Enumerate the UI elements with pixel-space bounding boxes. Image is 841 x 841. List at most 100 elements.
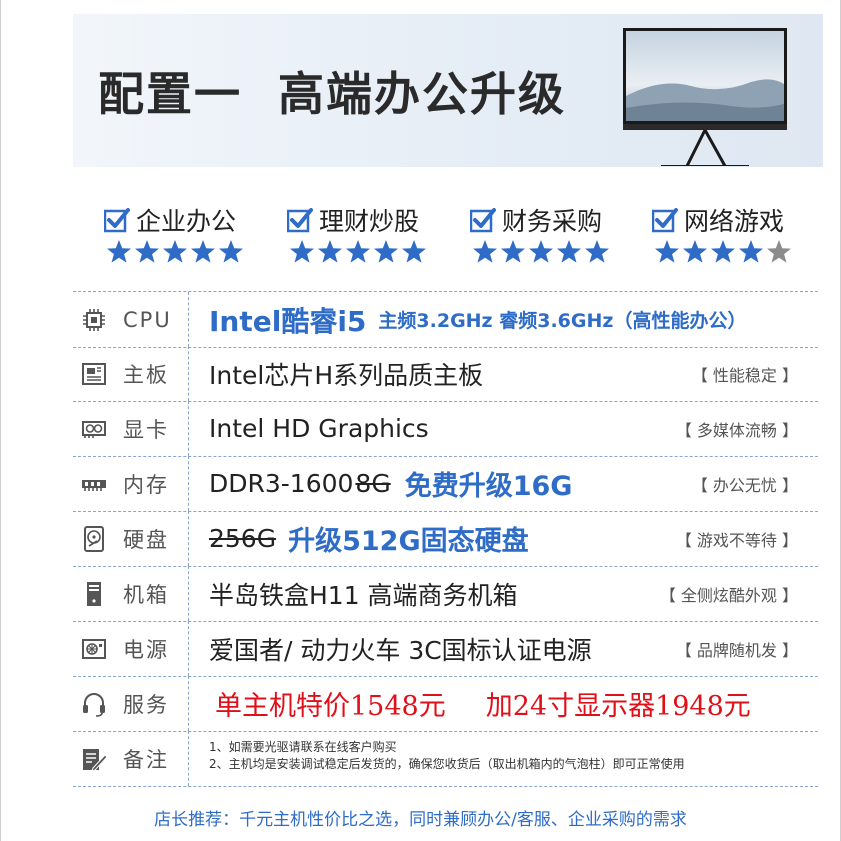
ram-old-capacity: 8G [355, 469, 391, 498]
star-filled-icon [374, 240, 398, 263]
board-value: Intel芯片H系列品质主板 [209, 360, 484, 390]
spec-row-remark: 备注 1、如需要光驱请联系在线客户购买 2、主机均是安装调试稳定后发货的，确保您… [73, 731, 818, 787]
star-filled-icon [683, 240, 707, 263]
spec-note: 【 品牌随机发 】 [675, 640, 798, 660]
star-filled-icon [711, 240, 735, 263]
feature-label: 财务采购 [502, 207, 603, 236]
spec-note: 【 全侧炫酷外观 】 [659, 585, 798, 605]
gpu-value: Intel HD Graphics [209, 414, 429, 443]
feature-label: 网络游戏 [684, 207, 785, 236]
spec-label: 电源 [123, 637, 169, 662]
spec-label: 主板 [123, 362, 169, 387]
case-value: 半岛铁盒H11 高端商务机箱 [209, 580, 518, 610]
spec-value: 单主机特价1548元 加24寸显示器1948元 [215, 676, 751, 731]
remark-text: 1、如需要光驱请联系在线客户购买 2、主机均是安装调试稳定后发货的，确保您收货后… [209, 739, 685, 773]
spec-value: DDR3-1600 8G 免费升级16G [209, 456, 572, 511]
star-filled-icon [557, 240, 581, 263]
spec-label: 显卡 [123, 417, 169, 442]
star-filled-icon [585, 240, 609, 263]
banner-title-upgrade: 高端办公升级 [278, 67, 566, 121]
disk-upgrade: 升级512G固态硬盘 [288, 526, 529, 557]
price-host-only: 单主机特价1548元 [215, 691, 446, 722]
cpu-brand: Intel酷睿i5 [209, 304, 367, 338]
feature-label: 企业办公 [136, 207, 237, 236]
ram-value: DDR3-1600 [209, 469, 354, 498]
remark-line: 2、主机均是安装调试稳定后发货的，确保您收货后（取出机箱内的气泡柱）即可正常使用 [209, 757, 685, 771]
spec-label-cell: 服务 [73, 676, 189, 731]
headset-icon [83, 692, 105, 717]
spec-label: 内存 [123, 472, 169, 497]
spec-label: 硬盘 [123, 527, 169, 552]
spec-label: CPU [123, 307, 172, 332]
star-filled-icon [318, 240, 342, 263]
spec-label-cell: 显卡 [73, 401, 189, 456]
graphics-card-icon [82, 420, 106, 438]
check-icon [104, 208, 130, 233]
check-icon [287, 208, 313, 233]
hard-disk-icon [84, 525, 104, 552]
spec-row-gpu: 显卡 Intel HD Graphics 【 多媒体流畅 】 [73, 401, 818, 457]
disk-old-capacity: 256G [209, 524, 277, 553]
star-filled-icon [163, 240, 187, 263]
spec-label-cell: 主板 [73, 346, 189, 401]
rating-stars [654, 239, 792, 265]
feature-finance: 理财炒股 [287, 203, 467, 273]
remark-line: 1、如需要光驱请联系在线客户购买 [209, 740, 397, 754]
star-filled-icon [473, 240, 497, 263]
spec-label-cell: 内存 [73, 456, 189, 511]
spec-label-cell: CPU [73, 292, 189, 347]
star-filled-icon [529, 240, 553, 263]
check-icon [652, 208, 678, 233]
feature-office: 企业办公 [104, 203, 284, 273]
cpu-detail: 主频3.2GHz 睿频3.6GHz（高性能办公） [378, 310, 747, 332]
star-filled-icon [346, 240, 370, 263]
star-filled-icon [107, 240, 131, 263]
spec-row-cpu: CPU Intel酷睿i5 主频3.2GHz 睿频3.6GHz（高性能办公） [73, 291, 818, 348]
star-filled-icon [219, 240, 243, 263]
feature-purchasing: 财务采购 [470, 203, 650, 273]
star-filled-icon [290, 240, 314, 263]
spec-row-board: 主板 Intel芯片H系列品质主板 【 性能稳定 】 [73, 346, 818, 402]
monitor-image [623, 28, 787, 166]
spec-note: 【 办公无忧 】 [691, 475, 798, 495]
banner-title-config: 配置一 [98, 67, 242, 121]
rating-stars [472, 239, 610, 265]
header-banner: 配置一 高端办公升级 [73, 14, 823, 167]
spec-value: Intel酷睿i5 主频3.2GHz 睿频3.6GHz（高性能办公） [209, 292, 746, 347]
spec-row-ram: 内存 DDR3-1600 8G 免费升级16G 【 办公无忧 】 [73, 456, 818, 512]
edit-note-icon [83, 748, 107, 772]
spec-value: 爱国者/ 动力火车 3C国标认证电源 [209, 621, 592, 676]
star-filled-icon [739, 240, 763, 263]
power-supply-icon [82, 638, 106, 659]
star-filled-icon [191, 240, 215, 263]
spec-value: Intel芯片H系列品质主板 [209, 346, 483, 401]
check-icon [470, 208, 496, 233]
spec-note: 【 游戏不等待 】 [675, 530, 798, 550]
memory-icon [82, 479, 106, 491]
spec-note: 【 性能稳定 】 [691, 365, 798, 385]
star-filled-icon [135, 240, 159, 263]
feature-gaming: 网络游戏 [652, 203, 832, 273]
price-with-monitor: 加24寸显示器1948元 [485, 691, 751, 722]
spec-value: 半岛铁盒H11 高端商务机箱 [209, 566, 518, 621]
spec-label: 机箱 [123, 582, 169, 607]
star-filled-icon [655, 240, 679, 263]
feature-label: 理财炒股 [319, 207, 420, 236]
spec-label-cell: 备注 [73, 731, 189, 786]
cpu-icon [83, 308, 105, 331]
star-filled-icon [501, 240, 525, 263]
star-filled-icon [402, 240, 426, 263]
spec-row-disk: 硬盘 256G 升级512G固态硬盘 【 游戏不等待 】 [73, 511, 818, 567]
spec-label-cell: 机箱 [73, 566, 189, 621]
spec-label: 服务 [123, 692, 169, 717]
spec-label-cell: 电源 [73, 621, 189, 676]
banner-title: 配置一 高端办公升级 [98, 58, 566, 124]
star-empty-icon [767, 240, 791, 263]
rating-stars [289, 239, 427, 265]
rating-stars [106, 239, 244, 265]
spec-row-psu: 电源 爱国者/ 动力火车 3C国标认证电源 【 品牌随机发 】 [73, 621, 818, 677]
shop-recommendation: 店长推荐：千元主机性价比之选，同时兼顾办公/客服、企业采购的需求 [154, 810, 687, 830]
spec-note: 【 多媒体流畅 】 [675, 420, 798, 440]
spec-label: 备注 [123, 747, 169, 772]
psu-value: 爱国者/ 动力火车 3C国标认证电源 [209, 635, 592, 665]
